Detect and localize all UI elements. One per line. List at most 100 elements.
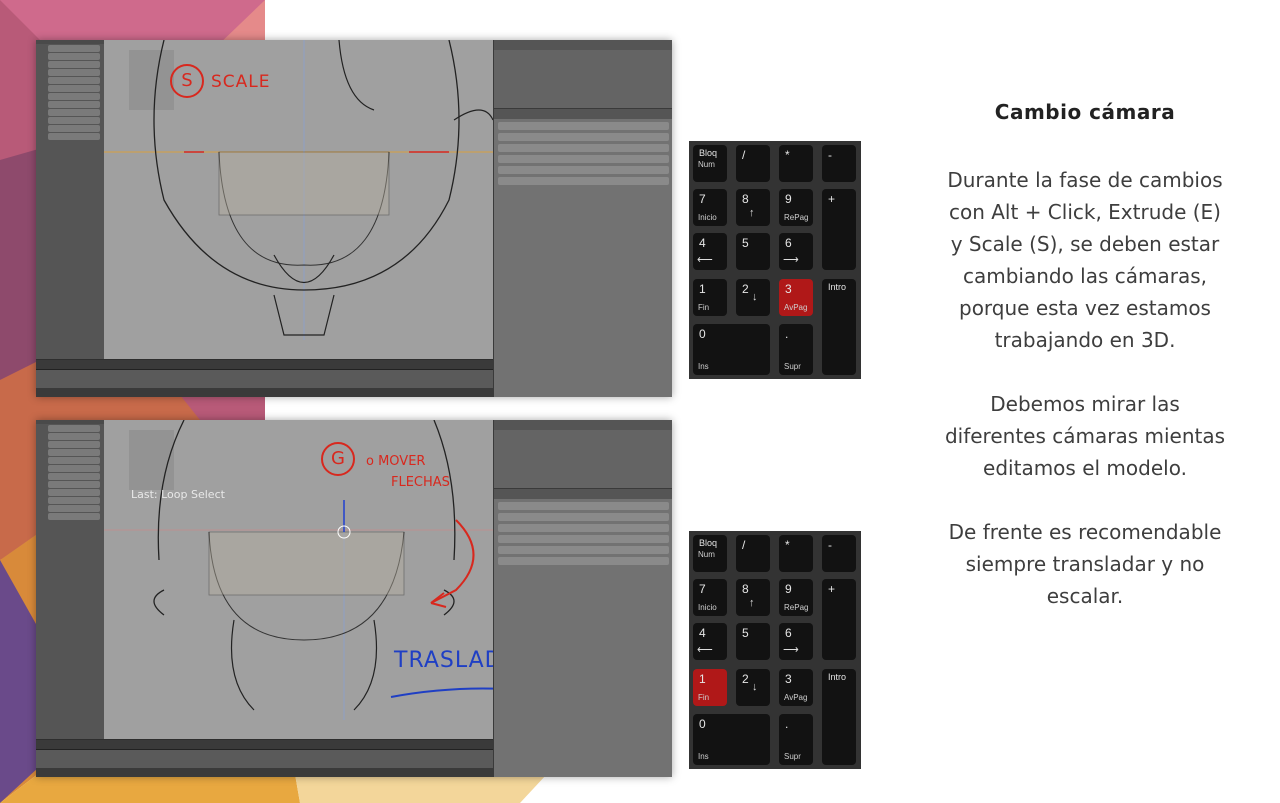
numpad-key-9: 9 RePag (779, 189, 813, 226)
numpad-key-plus: + (822, 579, 856, 660)
numpad-key-multiply: * (779, 145, 813, 182)
tool-row (48, 125, 100, 132)
tool-row (48, 481, 100, 488)
slide-heading: Cambio cámara (994, 100, 1176, 124)
tool-row (48, 69, 100, 76)
tool-shelf (36, 420, 105, 777)
tool-shelf-header (36, 420, 104, 424)
tool-row (48, 489, 100, 496)
arrow-right-icon: ⟶ (783, 644, 799, 656)
arrow-down-icon: ↓ (752, 681, 758, 693)
tool-row (48, 505, 100, 512)
properties-tabs (494, 489, 672, 499)
properties-panel (493, 40, 672, 397)
property-row (498, 546, 669, 554)
arrow-up-icon: ↑ (749, 597, 755, 609)
viewport-header (36, 740, 493, 750)
tool-row (48, 425, 100, 432)
numpad-key-5: 5 (736, 623, 770, 660)
tool-row (48, 101, 100, 108)
3d-viewport (104, 40, 493, 360)
numpad-scale: Bloq Num / * - 7 Inicio 8 ↑ 9 RePag + 4 ⟵ 5 6… (689, 141, 861, 379)
numpad-key-4: 4 ⟵ (693, 623, 727, 660)
numpad-key-2: 2 ↓ (736, 669, 770, 706)
numpad-key-intro: Intro (822, 669, 856, 765)
property-row (498, 155, 669, 163)
numpad-key-4: 4 ⟵ (693, 233, 727, 270)
numpad-key-0: 0 Ins (693, 324, 770, 375)
numpad-translate: Bloq Num / * - 7 Inicio 8 ↑ 9 RePag + 4 ⟵ 5 6… (689, 531, 861, 769)
properties-tabs (494, 109, 672, 119)
numpad-key-2: 2 ↓ (736, 279, 770, 316)
outliner (494, 430, 672, 489)
property-row (498, 524, 669, 532)
property-row (498, 133, 669, 141)
tool-row (48, 53, 100, 60)
tool-row (48, 465, 100, 472)
tool-row (48, 457, 100, 464)
tool-row (48, 117, 100, 124)
tool-row (48, 473, 100, 480)
property-row (498, 166, 669, 174)
outliner-header (494, 40, 672, 50)
numpad-key-9: 9 RePag (779, 579, 813, 616)
numpad-key-decimal: . Supr (779, 324, 813, 375)
arrow-left-icon: ⟵ (697, 644, 713, 656)
numpad-key-minus: - (822, 145, 856, 182)
property-row (498, 502, 669, 510)
property-row (498, 535, 669, 543)
annotation-g-key: G (321, 442, 355, 476)
numpad-key-divide: / (736, 535, 770, 572)
annotation-arrow (430, 519, 475, 608)
annotation-s-key: S (170, 64, 204, 98)
numpad-key-7: 7 Inicio (693, 189, 727, 226)
tool-row (48, 441, 100, 448)
outliner-header (494, 420, 672, 430)
tool-row (48, 133, 100, 140)
numpad-key-intro: Intro (822, 279, 856, 375)
tool-row (48, 433, 100, 440)
tool-row (48, 513, 100, 520)
arrow-left-icon: ⟵ (697, 254, 713, 266)
annotation-mover-text: o MOVER (366, 454, 426, 469)
last-operation-label: Last: Loop Select (131, 488, 225, 501)
property-row (498, 122, 669, 130)
arrow-up-icon: ↑ (749, 207, 755, 219)
numpad-key-multiply: * (779, 535, 813, 572)
property-row (498, 513, 669, 521)
slide-text-panel: Cambio cámara Durante la fase de cambios… (940, 100, 1230, 644)
numpad-key-6: 6 ⟶ (779, 623, 813, 660)
annotation-scale-text: SCALE (211, 72, 271, 92)
numpad-key-3: 3 AvPag (779, 669, 813, 706)
slide-paragraph: Durante la fase de cambios con Alt + Cli… (947, 168, 1223, 352)
tool-row (48, 85, 100, 92)
timeline (36, 739, 493, 777)
timeline-ruler (36, 750, 493, 768)
viewport-drawing (104, 40, 493, 340)
numpad-key-1: 1 Fin (693, 279, 727, 316)
slide-paragraph: Debemos mirar las diferentes cámaras mie… (944, 392, 1226, 480)
arrow-down-icon: ↓ (752, 291, 758, 303)
numpad-key-8: 8 ↑ (736, 189, 770, 226)
property-row (498, 177, 669, 185)
numpad-key-bloq-num: Bloq Num (693, 535, 727, 572)
numpad-key-minus: - (822, 535, 856, 572)
viewport-header (36, 360, 493, 370)
tool-row (48, 449, 100, 456)
tool-shelf (36, 40, 105, 397)
numpad-key-divide: / (736, 145, 770, 182)
arrow-right-icon: ⟶ (783, 254, 799, 266)
numpad-key-plus: + (822, 189, 856, 270)
outliner (494, 50, 672, 109)
property-row (498, 144, 669, 152)
tool-row (48, 497, 100, 504)
blender-screenshot-scale: S SCALE (36, 40, 672, 397)
numpad-key-bloq-num: Bloq Num (693, 145, 727, 182)
annotation-flechas-text: FLECHAS (391, 475, 450, 490)
timeline (36, 359, 493, 397)
slide-paragraph: De frente es recomendable siempre transl… (948, 520, 1222, 608)
property-row (498, 557, 669, 565)
numpad-key-0: 0 Ins (693, 714, 770, 765)
timeline-header (36, 768, 493, 777)
numpad-key-6: 6 ⟶ (779, 233, 813, 270)
